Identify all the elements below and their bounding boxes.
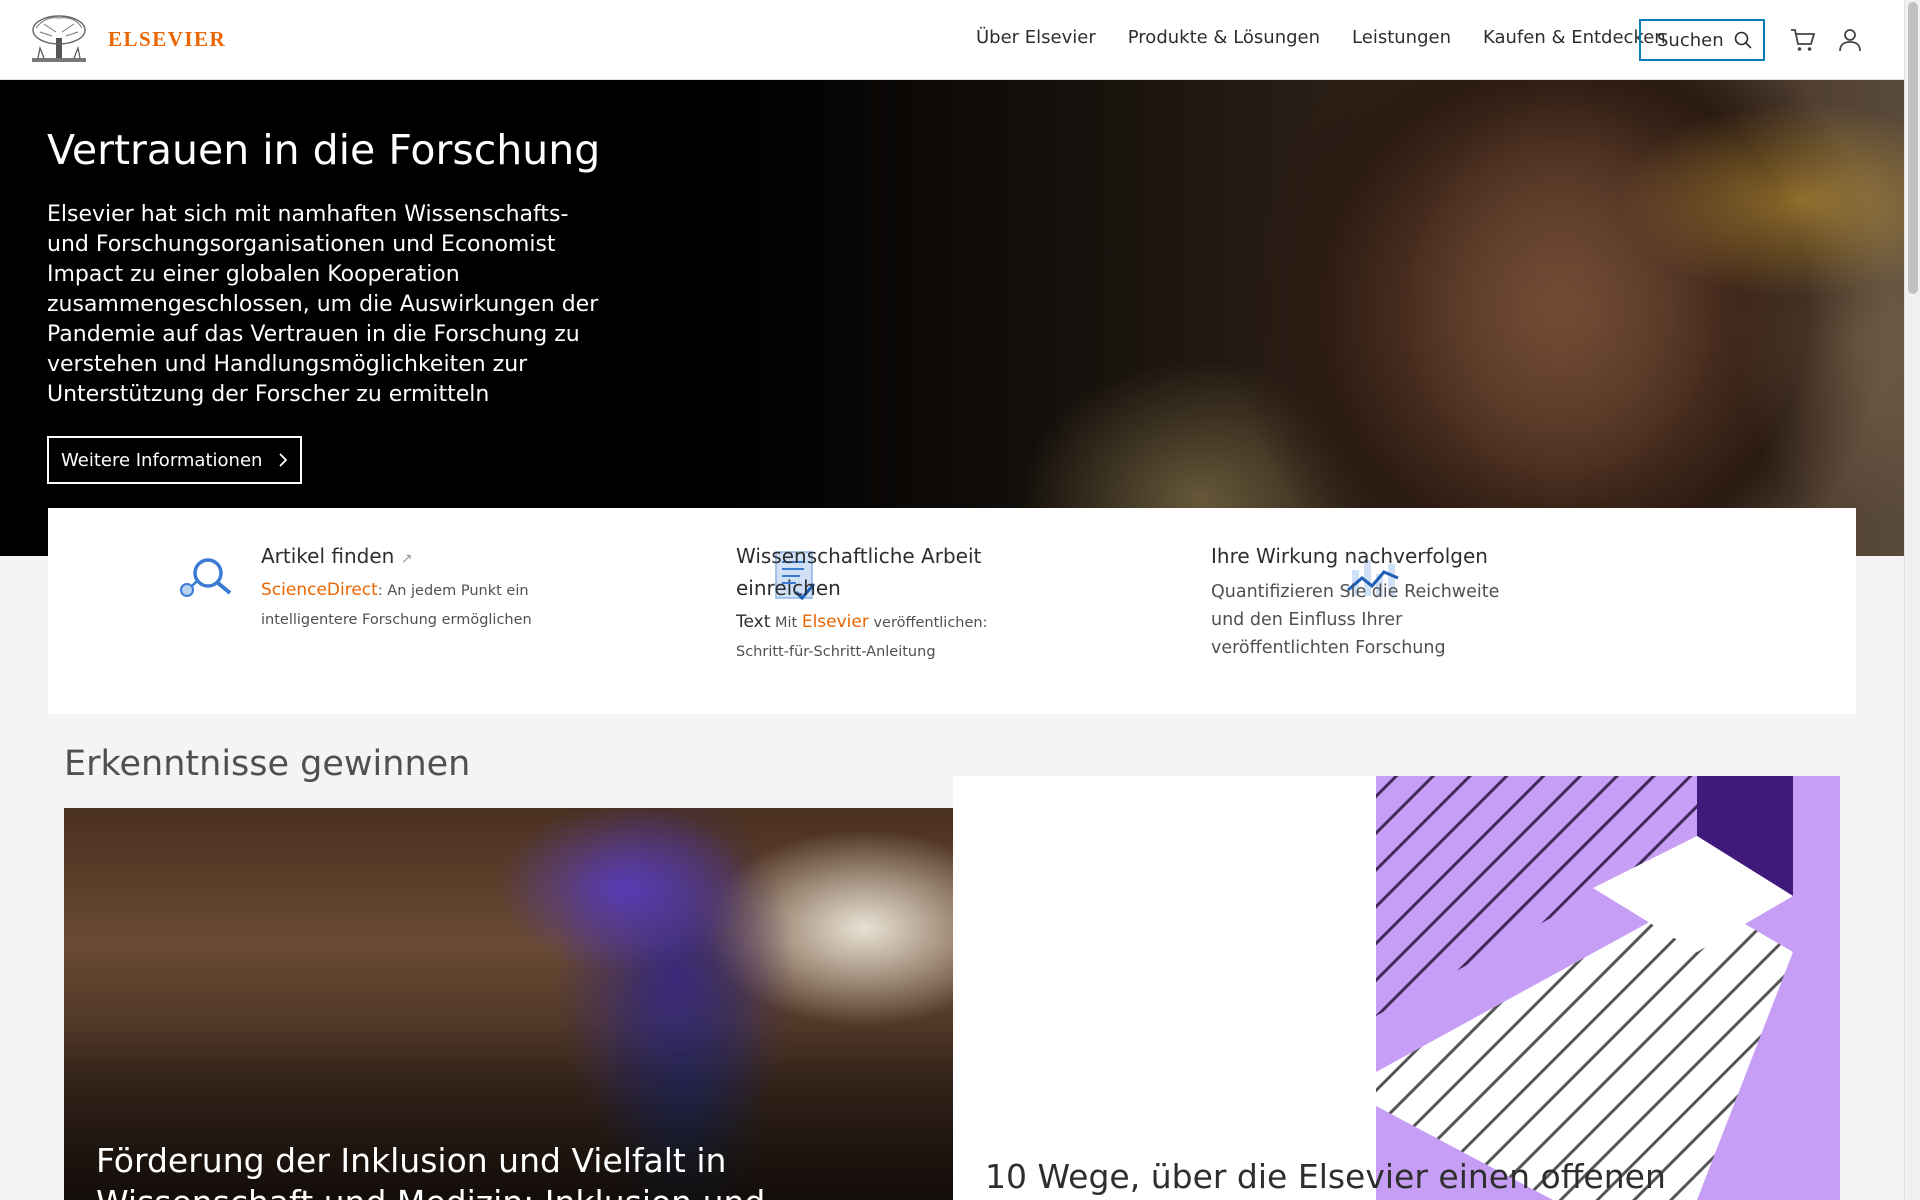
main-nav: Über Elsevier Produkte & Lösungen Leistu… bbox=[976, 27, 1698, 48]
elsevier-logo[interactable]: ELSEVIER bbox=[30, 14, 226, 64]
site-header: ELSEVIER Über Elsevier Produkte & Lösung… bbox=[0, 0, 1904, 80]
hero-title: Vertrauen in die Forschung bbox=[47, 126, 601, 174]
feature-find-articles-label: Artikel finden bbox=[261, 544, 395, 568]
insight-card-open-science[interactable]: 10 Wege, über die Elsevier einen offenen bbox=[953, 776, 1840, 1200]
scrollbar-thumb[interactable] bbox=[1908, 2, 1918, 294]
external-link-icon: ↗ bbox=[400, 551, 413, 567]
hero-description: Elsevier hat sich mit namhaften Wissensc… bbox=[47, 202, 599, 407]
cart-icon[interactable] bbox=[1790, 28, 1816, 52]
feature-submit-paper-text-a: Mit bbox=[770, 615, 802, 631]
feature-submit-paper-title[interactable]: Wissenschaftliche Arbeit einreichen bbox=[736, 540, 1006, 604]
search-button-label: Suchen bbox=[1657, 29, 1724, 51]
hero-portrait-image bbox=[1340, 80, 1760, 556]
magnifier-feature-icon bbox=[180, 558, 232, 597]
chevron-right-icon bbox=[279, 453, 288, 467]
hero-banner: Vertrauen in die Forschung Elsevier hat … bbox=[0, 80, 1904, 556]
feature-submit-paper-desc: Text Mit Elsevier veröffentlichen: Schri… bbox=[736, 608, 1016, 667]
sciencedirect-link[interactable]: ScienceDirect bbox=[261, 580, 378, 600]
insight-card-inclusion[interactable]: Förderung der Inklusion und Vielfalt in … bbox=[64, 808, 953, 1200]
more-info-button-label: Weitere Informationen bbox=[61, 449, 263, 471]
feature-track-impact-title[interactable]: Ihre Wirkung nachverfolgen bbox=[1211, 540, 1488, 572]
logo-wordmark: ELSEVIER bbox=[108, 26, 227, 51]
search-icon bbox=[1734, 31, 1752, 49]
page-scrollbar[interactable] bbox=[1904, 0, 1920, 1200]
nav-item-services[interactable]: Leistungen bbox=[1352, 27, 1451, 48]
user-icon[interactable] bbox=[1838, 28, 1862, 52]
geometric-illustration bbox=[1376, 776, 1840, 1200]
search-button[interactable]: Suchen bbox=[1639, 19, 1765, 61]
feature-track-impact-desc: Quantifizieren Sie die Reichweite und de… bbox=[1211, 582, 1500, 658]
feature-panel: Artikel finden ↗ ScienceDirect: An jedem… bbox=[48, 508, 1856, 714]
nav-item-about[interactable]: Über Elsevier bbox=[976, 27, 1096, 48]
elsevier-tree-logo-icon bbox=[32, 15, 86, 62]
feature-submit-paper-prefix: Text bbox=[736, 612, 771, 632]
feature-find-articles-desc: ScienceDirect: An jedem Punkt ein intell… bbox=[261, 576, 541, 635]
nav-item-products[interactable]: Produkte & Lösungen bbox=[1128, 27, 1320, 48]
elsevier-link[interactable]: Elsevier bbox=[802, 612, 869, 632]
insight-card-inclusion-title: Förderung der Inklusion und Vielfalt in … bbox=[96, 1141, 765, 1200]
insights-heading: Erkenntnisse gewinnen bbox=[64, 744, 471, 784]
insight-card-open-science-title: 10 Wege, über die Elsevier einen offenen bbox=[985, 1157, 1666, 1196]
more-info-button[interactable]: Weitere Informationen bbox=[47, 436, 303, 484]
feature-find-articles-title[interactable]: Artikel finden ↗ bbox=[261, 540, 412, 575]
